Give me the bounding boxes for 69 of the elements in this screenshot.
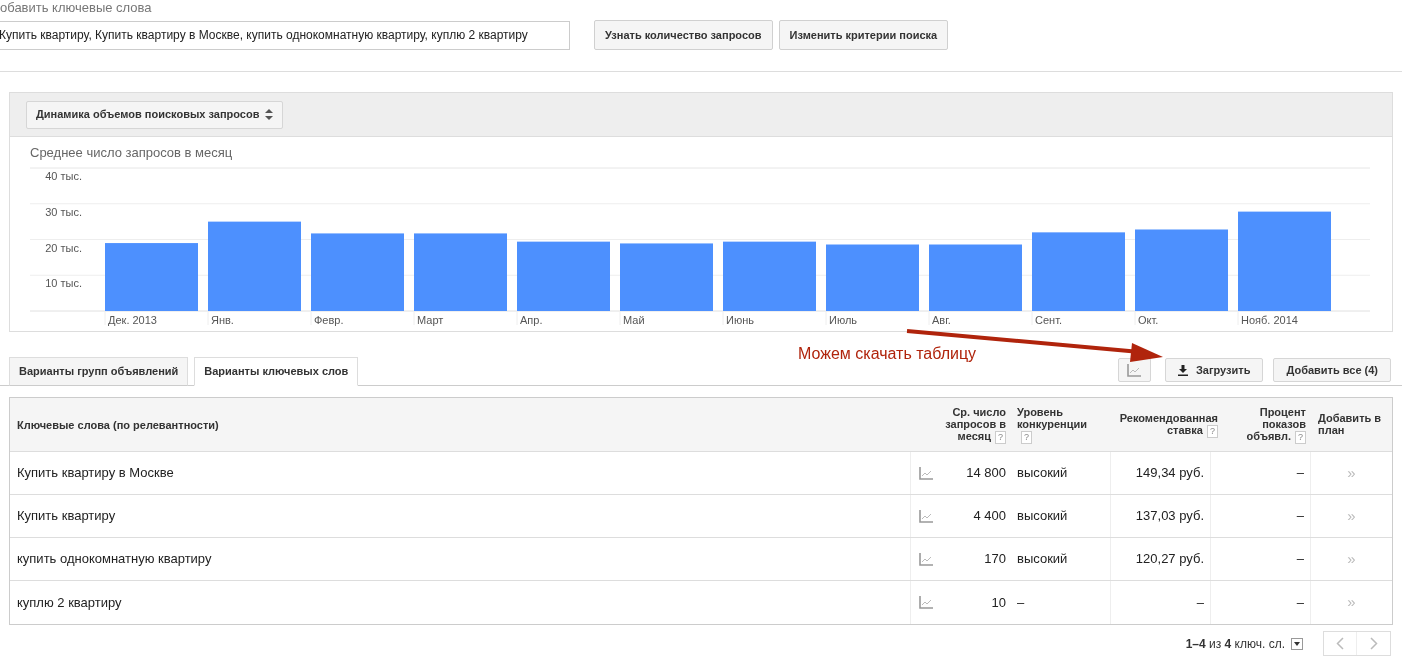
column-header: Добавить в план bbox=[1317, 411, 1383, 438]
field-label: обавить ключевые слова bbox=[0, 0, 153, 16]
share-cell: – bbox=[1211, 495, 1311, 537]
share-cell: – bbox=[1211, 452, 1311, 494]
axis-tick-label: 40 тыс. bbox=[45, 169, 82, 182]
tab[interactable]: Варианты групп объявлений bbox=[9, 357, 189, 386]
line-chart-icon[interactable] bbox=[919, 466, 933, 480]
metric-selector[interactable]: Динамика объемов поисковых запросов bbox=[26, 100, 284, 129]
axis-category-label: Янв. bbox=[211, 313, 234, 326]
competition-cell: – bbox=[1011, 581, 1111, 624]
column-header: Ключевые слова (по релевантности) bbox=[16, 417, 220, 433]
rows-dropdown-button[interactable] bbox=[1291, 637, 1303, 650]
axis-category-label: Апр. bbox=[520, 313, 543, 326]
annotation-text: Можем скачать таблицу bbox=[798, 344, 977, 364]
column-header: Рекомендованная ставка ? bbox=[1118, 411, 1219, 440]
sort-arrows-icon bbox=[265, 109, 274, 120]
axis-category-label: Нояб. 2014 bbox=[1241, 313, 1298, 326]
download-button[interactable]: Загрузить bbox=[1164, 358, 1264, 382]
bid-cell: 120,27 руб. bbox=[1111, 538, 1211, 580]
column-header: Процент показов объявл. ? bbox=[1245, 405, 1307, 446]
bid-cell: 137,03 руб. bbox=[1111, 495, 1211, 537]
chart-toggle-button[interactable] bbox=[1117, 358, 1151, 382]
tab[interactable]: Варианты ключевых слов bbox=[194, 357, 359, 386]
competition-cell: высокий bbox=[1011, 452, 1111, 494]
axis-tick-label: 30 тыс. bbox=[45, 205, 82, 218]
searches-cell-text: 170 bbox=[983, 550, 1007, 569]
bid-cell: – bbox=[1111, 581, 1211, 624]
help-mark[interactable]: ? bbox=[995, 431, 1006, 444]
keyword-cell: куплю 2 квартиру bbox=[10, 581, 911, 624]
axis-category-label: Дек. 2013 bbox=[108, 313, 157, 326]
axis-category-label: Июнь bbox=[726, 313, 754, 326]
axis-tick-label: 20 тыс. bbox=[45, 241, 82, 253]
get-search-volume-button[interactable]: Узнать количество запросов bbox=[594, 20, 773, 50]
column-header: Уровень конкуренции ? bbox=[1016, 405, 1088, 446]
competition-cell: высокий bbox=[1011, 495, 1111, 537]
axis-category-label: Окт. bbox=[1138, 313, 1159, 326]
axis-category-label: Февр. bbox=[314, 313, 344, 326]
competition-cell: высокий bbox=[1011, 538, 1111, 580]
searches-cell-text: 4 400 bbox=[972, 507, 1007, 526]
axis-tick-label: 10 тыс. bbox=[45, 276, 82, 289]
add-all-button[interactable]: Добавить все (4) bbox=[1273, 358, 1391, 382]
axis-category-label: Май bbox=[623, 313, 645, 326]
axis-category-label: Июль bbox=[829, 313, 858, 326]
bid-cell: 149,34 руб. bbox=[1111, 452, 1211, 494]
chart-title: Среднее число запросов в месяц bbox=[30, 144, 234, 162]
help-mark[interactable]: ? bbox=[1207, 425, 1218, 438]
axis-category-label: Сент. bbox=[1035, 313, 1062, 326]
axis-category-label: Авг. bbox=[932, 313, 951, 326]
searches-cell-text: 10 bbox=[990, 593, 1007, 612]
axis-category-label: Март bbox=[417, 313, 444, 326]
searches-cell-text: 14 800 bbox=[965, 464, 1007, 483]
line-chart-icon[interactable] bbox=[919, 552, 933, 566]
share-cell: – bbox=[1211, 581, 1311, 624]
share-cell: – bbox=[1211, 538, 1311, 580]
chevron-left-icon bbox=[1336, 637, 1344, 650]
download-icon bbox=[1177, 364, 1188, 376]
keyword-cell: купить однокомнатную квартиру bbox=[10, 538, 911, 580]
help-mark[interactable]: ? bbox=[1021, 431, 1032, 444]
help-mark[interactable]: ? bbox=[1295, 431, 1306, 444]
column-header: Ср. число запросов в месяц ? bbox=[944, 405, 1007, 446]
keyword-cell: Купить квартиру в Москве bbox=[10, 452, 911, 494]
line-chart-icon[interactable] bbox=[919, 596, 933, 609]
keywords-input-field[interactable]: Купить квартиру, Купить квартиру в Москве, купить однокомнатную квартиру, куплю 2 квартиру bbox=[0, 20, 570, 50]
line-chart-icon[interactable] bbox=[919, 509, 933, 523]
keyword-cell: Купить квартиру bbox=[10, 495, 911, 537]
chevron-right-icon bbox=[1369, 637, 1378, 650]
modify-search-button[interactable]: Изменить критерии поиска bbox=[778, 20, 949, 50]
pagination-summary: 1–4 из 4 ключ. сл. bbox=[1185, 635, 1285, 653]
caret-icon bbox=[1294, 641, 1300, 646]
